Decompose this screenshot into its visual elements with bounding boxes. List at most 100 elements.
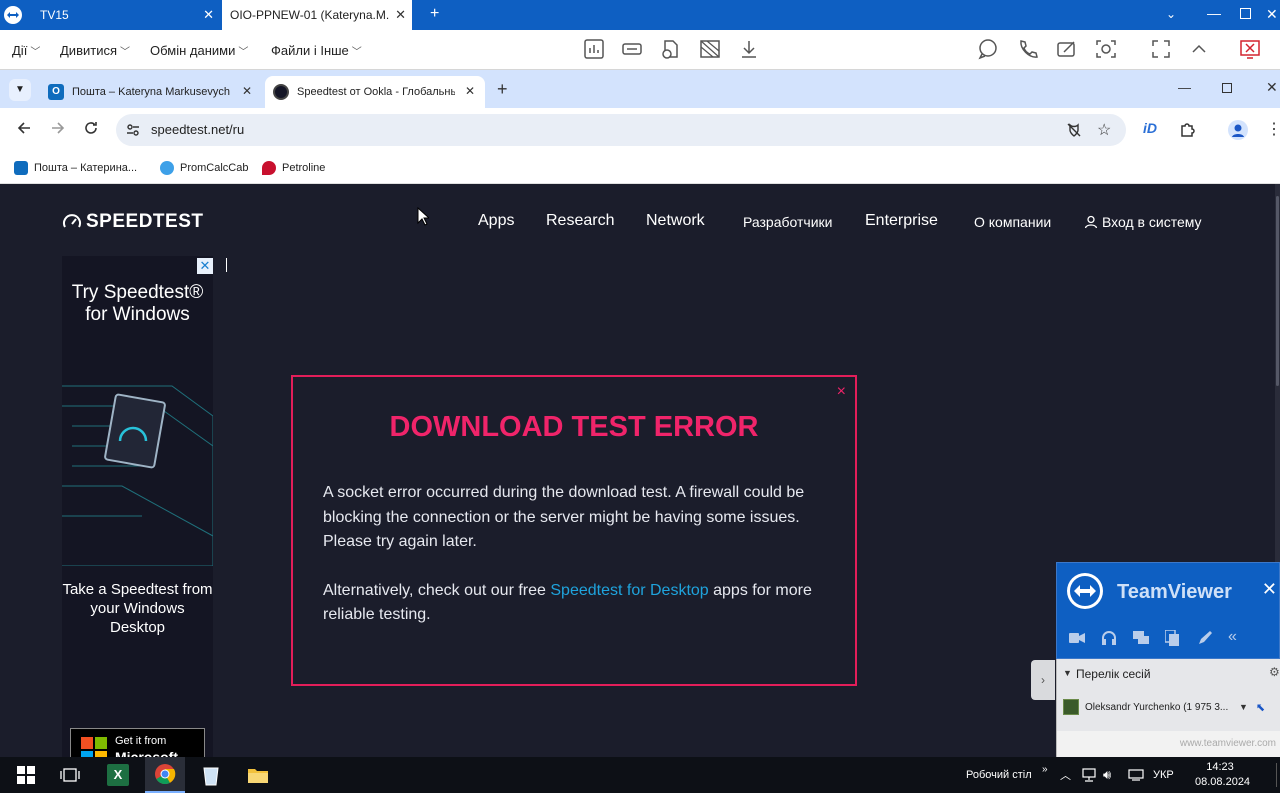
browser-tab-speedtest[interactable]: Speedtest от Ookla - Глобальный ✕ (265, 76, 485, 108)
triangle-down-icon[interactable]: ▼ (1239, 702, 1248, 712)
network-icon[interactable] (1081, 757, 1097, 793)
toolbar-expand-icon[interactable]: » (1042, 751, 1048, 787)
reload-icon[interactable] (83, 120, 99, 136)
files-icon[interactable] (1165, 630, 1179, 646)
language-indicator[interactable]: УКР (1153, 757, 1174, 793)
menu-communicate[interactable]: Обмін даними ﹀ (150, 30, 248, 70)
close-window-button[interactable]: ✕ (1266, 6, 1278, 23)
chrome-app[interactable] (145, 757, 185, 793)
nav-developers[interactable]: Разработчики (743, 214, 832, 230)
headset-icon[interactable] (1101, 630, 1117, 646)
close-window-button[interactable]: ✕ (1266, 79, 1278, 96)
keyboard-icon[interactable] (621, 38, 645, 62)
minimize-button[interactable]: — (1207, 5, 1221, 21)
panel-expand-arrow-icon[interactable]: › (1031, 660, 1055, 700)
menu-view[interactable]: Дивитися ﹀ (60, 30, 130, 70)
nav-apps[interactable]: Apps (478, 212, 514, 230)
panel-footer-link[interactable]: www.teamviewer.com (1056, 731, 1280, 757)
chat-icon[interactable] (977, 38, 1001, 62)
clock[interactable]: 14:23 08.08.2024 (1195, 760, 1250, 790)
chevron-up-icon[interactable] (1188, 38, 1212, 62)
gear-icon[interactable]: ⚙ (1269, 665, 1280, 679)
task-view-icon (60, 768, 80, 782)
pen-icon[interactable] (1197, 630, 1213, 646)
ad-subtitle: Take a Speedtest from your Windows Deskt… (62, 581, 213, 636)
new-tab-button[interactable]: + (430, 5, 439, 23)
speedtest-logo[interactable]: SPEEDTEST (62, 211, 203, 233)
video-icon[interactable] (1069, 632, 1085, 644)
close-icon[interactable]: ✕ (395, 7, 406, 23)
tracking-protection-icon[interactable] (1066, 122, 1082, 138)
close-icon[interactable]: ✕ (465, 84, 475, 98)
profile-avatar-icon[interactable] (1228, 120, 1248, 140)
session-user-label: Oleksandr Yurchenko (1 975 3... (1085, 701, 1229, 713)
volume-icon[interactable]: 🔊︎ (1103, 757, 1111, 793)
globe-icon (160, 161, 174, 175)
tab-search-button[interactable]: ▼ (9, 79, 31, 101)
forward-icon[interactable] (50, 120, 66, 136)
close-icon[interactable]: ✕ (1262, 579, 1277, 600)
end-session-icon[interactable] (1239, 38, 1263, 62)
fullscreen-icon[interactable] (1150, 38, 1174, 62)
teamviewer-tab-session[interactable]: OIO-PPNEW-01 (Kateryna.M... ✕ (222, 0, 412, 30)
extensions-puzzle-icon[interactable] (1179, 120, 1197, 138)
speedtest-desktop-link[interactable]: Speedtest for Desktop (550, 582, 708, 599)
user-icon (1084, 215, 1098, 229)
session-row[interactable]: Oleksandr Yurchenko (1 975 3... ▼ ⬉ (1063, 697, 1277, 717)
dashboard-icon[interactable] (583, 38, 607, 62)
file-explorer-app[interactable] (238, 757, 278, 793)
site-info-icon[interactable] (125, 122, 141, 138)
minimize-button[interactable]: — (1178, 80, 1191, 95)
desktop-toolbar-label[interactable]: Робочий стіл (966, 757, 1032, 793)
back-icon[interactable] (16, 120, 32, 136)
teamviewer-tab-tv15[interactable]: TV15 ✕ (0, 0, 220, 30)
modal-close-button[interactable]: × (837, 383, 846, 401)
nav-login[interactable]: Вход в систему (1084, 214, 1202, 230)
excel-icon: X (107, 764, 129, 786)
pointer-icon[interactable]: ⬉ (1256, 701, 1265, 714)
task-view-button[interactable] (50, 757, 90, 793)
nav-network[interactable]: Network (646, 212, 705, 230)
download-icon[interactable] (738, 38, 762, 62)
ad-title: Try Speedtest® for Windows (71, 282, 204, 325)
show-desktop-button[interactable] (1276, 763, 1277, 787)
restore-button[interactable] (1222, 83, 1232, 93)
bookmark-mail[interactable]: Пошта – Катерина... (14, 158, 137, 178)
windows-app-ad[interactable]: Try Speedtest® for Windows Take a Speedt… (62, 256, 213, 757)
file-transfer-icon[interactable] (659, 38, 683, 62)
collapse-icon[interactable]: « (1228, 628, 1237, 646)
whiteboard-icon[interactable] (1056, 38, 1080, 62)
ad-close-icon[interactable]: ✕ (197, 258, 213, 274)
nav-enterprise[interactable]: Enterprise (865, 212, 938, 230)
start-button[interactable] (6, 757, 46, 793)
no-wallpaper-icon[interactable] (699, 38, 723, 62)
chat-icon[interactable] (1133, 631, 1149, 645)
bookmark-star-icon[interactable]: ☆ (1097, 120, 1111, 140)
recycle-bin-app[interactable] (191, 757, 231, 793)
menu-files[interactable]: Файли і Інше ﹀ (271, 30, 362, 70)
scrollbar-thumb[interactable] (1276, 196, 1279, 386)
close-icon[interactable]: ✕ (203, 7, 214, 23)
nav-research[interactable]: Research (546, 212, 614, 230)
close-icon[interactable]: ✕ (242, 84, 252, 98)
menu-kebab-icon[interactable]: ⋮ (1266, 119, 1280, 139)
extension-id-icon[interactable]: iD (1143, 120, 1157, 136)
maximize-button[interactable] (1240, 8, 1251, 19)
menu-actions[interactable]: Дії ﹀ (12, 30, 40, 70)
phone-icon[interactable] (1016, 38, 1040, 62)
speedtest-favicon-icon (273, 84, 289, 100)
excel-app[interactable]: X (98, 757, 138, 793)
chevron-up-icon[interactable]: ︿ (1060, 757, 1071, 793)
screenshot-icon[interactable] (1095, 38, 1119, 62)
new-tab-button[interactable]: + (497, 79, 508, 100)
petroline-icon (262, 161, 276, 175)
nav-about[interactable]: О компании (974, 214, 1051, 230)
bookmark-promcalccab[interactable]: PromCalcCab (160, 158, 248, 178)
microsoft-store-badge[interactable]: Get it from Microsoft (70, 728, 205, 757)
chevron-down-icon[interactable]: ⌄ (1166, 7, 1176, 21)
address-bar[interactable]: speedtest.net/ru ☆ (116, 114, 1126, 146)
bookmark-petroline[interactable]: Petroline (262, 158, 325, 178)
keyboard-tray-icon[interactable] (1128, 757, 1144, 793)
triangle-down-icon[interactable]: ▼ (1063, 668, 1072, 678)
browser-tab-mail[interactable]: O Пошта – Kateryna Markusevych ✕ (40, 76, 262, 108)
